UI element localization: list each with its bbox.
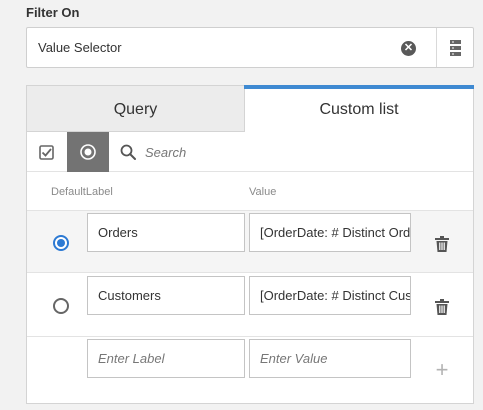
value-field[interactable]: [OrderDate: # Distinct Orders] (249, 213, 411, 252)
tab-custom-list-label: Custom list (319, 101, 399, 118)
custom-list-panel: DefaultLabel Value Orders [OrderDate: # … (26, 132, 474, 404)
column-headers: DefaultLabel Value (27, 173, 473, 210)
radio-icon (80, 144, 96, 160)
search-icon (120, 144, 136, 160)
search-input[interactable] (145, 143, 445, 161)
list-item: Orders [OrderDate: # Distinct Orders] (27, 210, 473, 273)
list-toolbar (27, 132, 473, 172)
new-list-item: Enter Label Enter Value + (27, 338, 473, 401)
new-value-input[interactable]: Enter Value (249, 339, 411, 378)
label-field[interactable]: Customers (87, 276, 245, 315)
filter-selector[interactable]: Value Selector ✕ (26, 27, 474, 68)
default-radio[interactable] (53, 235, 69, 251)
column-header-default-label: DefaultLabel (51, 186, 113, 198)
tab-bar: Query Custom list (26, 85, 474, 132)
tab-query[interactable]: Query (26, 85, 244, 132)
active-tab-indicator (244, 85, 474, 89)
trash-icon[interactable] (435, 236, 449, 252)
default-radio[interactable] (53, 298, 69, 314)
column-header-value: Value (249, 186, 277, 198)
section-title: Filter On (26, 5, 80, 20)
value-field[interactable]: [OrderDate: # Distinct Customers] (249, 276, 411, 315)
trash-icon[interactable] (435, 299, 449, 315)
label-field[interactable]: Orders (87, 213, 245, 252)
radio-mode-button[interactable] (67, 132, 109, 172)
new-label-input[interactable]: Enter Label (87, 339, 245, 378)
tab-custom-list[interactable]: Custom list (244, 85, 474, 132)
database-button[interactable] (437, 28, 474, 67)
filter-value: Value Selector (38, 40, 122, 55)
add-icon[interactable]: + (432, 359, 452, 381)
list-item: Customers [OrderDate: # Distinct Custome… (27, 274, 473, 337)
clear-icon[interactable]: ✕ (401, 41, 416, 56)
database-icon (450, 40, 461, 56)
checkbox-mode-button[interactable] (27, 132, 67, 172)
checkbox-icon (39, 145, 54, 160)
